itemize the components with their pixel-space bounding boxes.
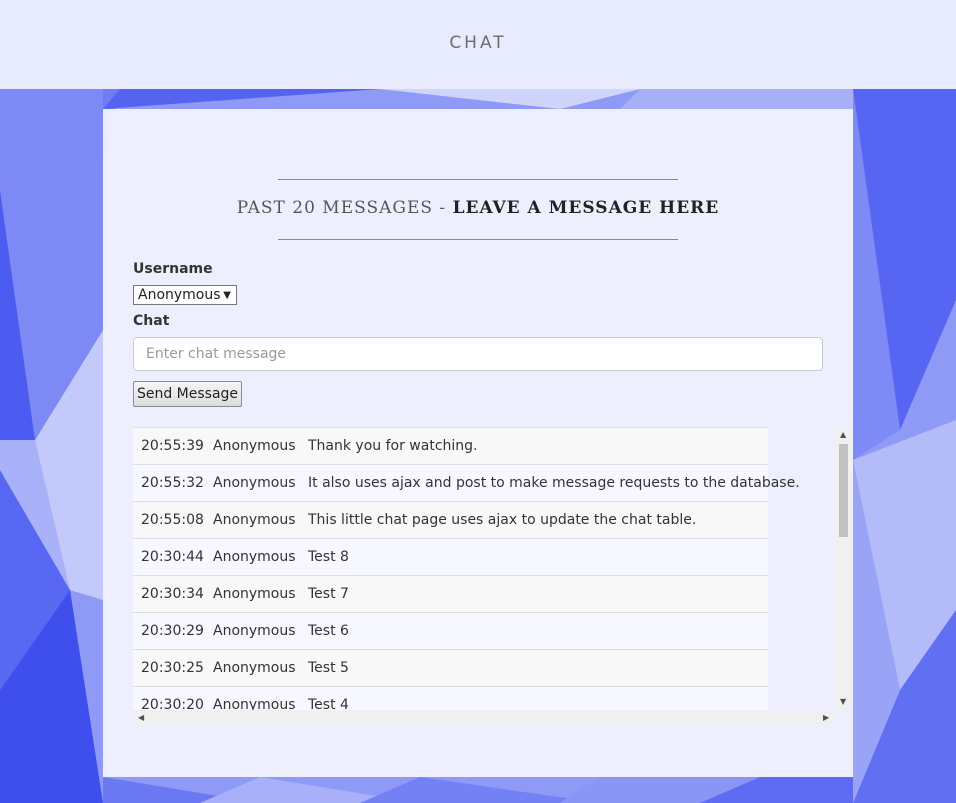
message-text: Test 6 <box>308 623 349 639</box>
site-title: CHAT <box>449 33 507 53</box>
top-bar: CHAT <box>0 0 956 89</box>
message-time: 20:30:29 <box>141 623 204 639</box>
scroll-left-icon[interactable]: ◀ <box>138 713 144 722</box>
panel-heading: PAST 20 MESSAGES - LEAVE A MESSAGE HERE <box>103 198 853 218</box>
message-time: 20:55:08 <box>141 512 204 528</box>
chevron-down-icon: ▼ <box>223 290 231 301</box>
table-row: 20:30:25 Anonymous Test 5 <box>133 649 768 686</box>
heading-divider-bottom <box>278 239 678 240</box>
message-time: 20:30:25 <box>141 660 204 676</box>
table-row: 20:55:39 Anonymous Thank you for watchin… <box>133 427 768 464</box>
send-message-button[interactable]: Send Message <box>133 381 242 407</box>
scroll-down-icon[interactable]: ▼ <box>840 697 846 706</box>
message-user: Anonymous <box>213 512 296 528</box>
message-user: Anonymous <box>213 475 296 491</box>
message-time: 20:30:34 <box>141 586 204 602</box>
heading-light: PAST 20 MESSAGES - <box>236 198 453 218</box>
chat-panel: PAST 20 MESSAGES - LEAVE A MESSAGE HERE … <box>103 109 853 777</box>
message-user: Anonymous <box>213 438 296 454</box>
message-user: Anonymous <box>213 623 296 639</box>
message-user: Anonymous <box>213 586 296 602</box>
message-text: Test 5 <box>308 660 349 676</box>
messages-table[interactable]: 20:55:39 Anonymous Thank you for watchin… <box>133 427 851 725</box>
table-row: 20:30:29 Anonymous Test 6 <box>133 612 768 649</box>
table-row: 20:55:32 Anonymous It also uses ajax and… <box>133 464 800 501</box>
heading-divider-top <box>278 179 678 180</box>
message-text: It also uses ajax and post to make messa… <box>308 475 800 491</box>
message-user: Anonymous <box>213 549 296 565</box>
message-text: Test 7 <box>308 586 349 602</box>
message-time: 20:55:32 <box>141 475 204 491</box>
message-user: Anonymous <box>213 660 296 676</box>
username-select-value: Anonymous <box>138 287 221 303</box>
message-text: Thank you for watching. <box>308 438 478 454</box>
username-label: Username <box>133 261 213 277</box>
message-text: Test 8 <box>308 549 349 565</box>
vertical-scrollbar[interactable]: ▲ ▼ <box>836 427 851 710</box>
chat-label: Chat <box>133 313 170 329</box>
horizontal-scrollbar[interactable]: ◀ ▶ <box>133 710 836 725</box>
scroll-up-icon[interactable]: ▲ <box>840 430 846 439</box>
username-select[interactable]: Anonymous ▼ <box>133 285 237 305</box>
message-time: 20:30:44 <box>141 549 204 565</box>
chat-input-placeholder: Enter chat message <box>146 346 287 362</box>
scroll-right-icon[interactable]: ▶ <box>823 713 829 722</box>
table-row: 20:30:34 Anonymous Test 7 <box>133 575 768 612</box>
heading-bold: LEAVE A MESSAGE HERE <box>452 198 720 218</box>
chat-message-input[interactable]: Enter chat message <box>133 337 823 371</box>
message-time: 20:55:39 <box>141 438 204 454</box>
vertical-scroll-thumb[interactable] <box>839 444 848 537</box>
table-row: 20:30:44 Anonymous Test 8 <box>133 538 768 575</box>
table-row: 20:55:08 Anonymous This little chat page… <box>133 501 768 538</box>
message-text: This little chat page uses ajax to updat… <box>308 512 697 528</box>
